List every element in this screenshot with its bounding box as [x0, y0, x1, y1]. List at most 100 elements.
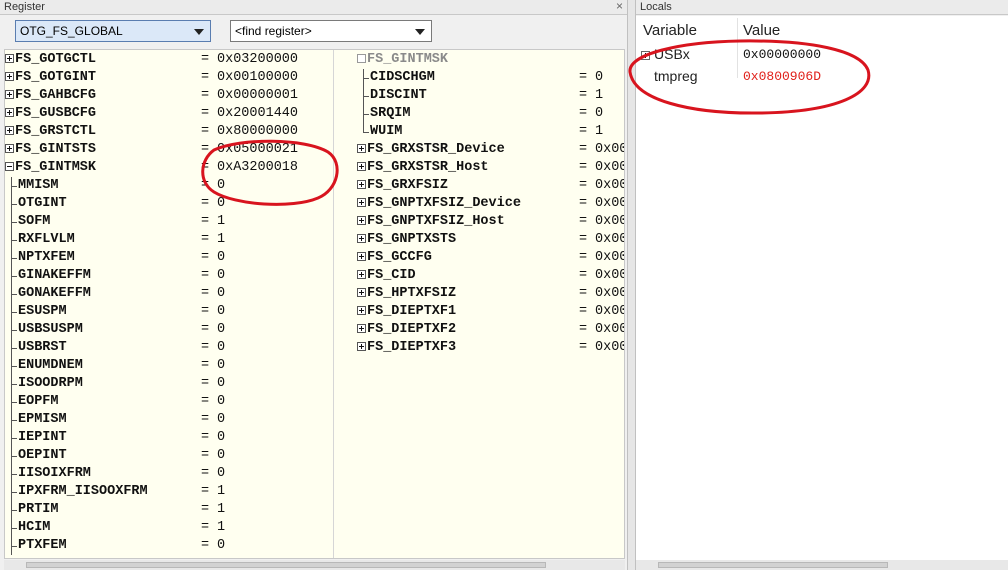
register-row[interactable]: ISOODRPM = 0	[5, 375, 225, 393]
value-column-header[interactable]: Value	[743, 22, 780, 39]
register-value[interactable]: 0	[217, 537, 225, 555]
register-value[interactable]: 0x00	[595, 213, 624, 231]
register-row[interactable]: FS_DIEPTXF3 = 0x00	[357, 339, 624, 357]
register-value[interactable]: 0	[217, 357, 225, 375]
register-row[interactable]: USBRST = 0	[5, 339, 225, 357]
register-row[interactable]: FS_CID = 0x00	[357, 267, 624, 285]
register-value[interactable]: 0x80000000	[217, 123, 298, 141]
register-row[interactable]: ESUSPM = 0	[5, 303, 225, 321]
register-row[interactable]: OEPINT = 0	[5, 447, 225, 465]
register-value[interactable]: 1	[217, 483, 225, 501]
register-row[interactable]: HCIM = 1	[5, 519, 225, 537]
register-value[interactable]: 0	[217, 303, 225, 321]
register-row[interactable]: FS_GNPTXFSIZ_Host = 0x00	[357, 213, 624, 231]
checkbox-icon[interactable]	[357, 53, 366, 63]
register-row[interactable]: FS_GRXFSIZ = 0x00	[357, 177, 624, 195]
expand-icon[interactable]	[357, 341, 366, 351]
register-panel-close-icon[interactable]: ×	[616, 0, 623, 13]
register-row[interactable]: IISOIXFRM = 0	[5, 465, 225, 483]
register-value[interactable]: 0	[217, 411, 225, 429]
expand-icon[interactable]	[357, 269, 366, 279]
register-value[interactable]: 0x00	[595, 267, 624, 285]
register-tree[interactable]: FS_GOTGCTL = 0x03200000 FS_GOTGINT = 0x001000…	[4, 49, 625, 559]
register-value[interactable]: 0	[217, 447, 225, 465]
register-row[interactable]: DISCINT = 1	[357, 87, 603, 105]
register-value[interactable]: 0x00	[595, 141, 624, 159]
register-value[interactable]: 0	[217, 375, 225, 393]
register-row[interactable]: EOPFM = 0	[5, 393, 225, 411]
expand-icon[interactable]	[5, 143, 14, 153]
register-value[interactable]: 1	[595, 123, 603, 141]
register-value[interactable]: 0x00	[595, 321, 624, 339]
expand-icon[interactable]	[357, 323, 366, 333]
register-row[interactable]: PRTIM = 1	[5, 501, 225, 519]
register-row[interactable]: FS_DIEPTXF1 = 0x00	[357, 303, 624, 321]
register-row[interactable]: FS_GNPTXSTS = 0x00	[357, 231, 624, 249]
expand-icon[interactable]	[357, 197, 366, 207]
register-row[interactable]: FS_GINTSTS = 0x05000021	[5, 141, 298, 159]
register-value[interactable]: 1	[595, 87, 603, 105]
register-row[interactable]: SOFM = 1	[5, 213, 225, 231]
register-value[interactable]: 0	[217, 267, 225, 285]
register-row[interactable]: FS_DIEPTXF2 = 0x00	[357, 321, 624, 339]
register-row[interactable]: FS_GINTMSK = 0xA3200018	[5, 159, 298, 177]
locals-row[interactable]: tmpreg 0x0800906D	[636, 68, 1008, 88]
scrollbar-thumb[interactable]	[26, 562, 546, 568]
register-value[interactable]: 0	[217, 429, 225, 447]
expand-icon[interactable]	[357, 287, 366, 297]
register-row[interactable]: IEPINT = 0	[5, 429, 225, 447]
register-value[interactable]: 0	[217, 177, 225, 195]
register-value[interactable]: 0xA3200018	[217, 159, 298, 177]
locals-table[interactable]: Variable Value USBx 0x00000000 tmpreg 0x080…	[636, 16, 1008, 570]
locals-horizontal-scrollbar[interactable]	[636, 560, 1008, 570]
expand-icon[interactable]	[357, 161, 366, 171]
register-value[interactable]: 1	[217, 519, 225, 537]
expand-icon[interactable]	[5, 107, 14, 117]
register-row[interactable]: USBSUSPM = 0	[5, 321, 225, 339]
local-variable-value[interactable]: 0x0800906D	[743, 69, 821, 84]
local-variable-value[interactable]: 0x00000000	[743, 47, 821, 62]
register-value[interactable]: 0x00	[595, 195, 624, 213]
register-row[interactable]: OTGINT = 0	[5, 195, 225, 213]
register-value[interactable]: 0	[217, 465, 225, 483]
register-row[interactable]: FS_GINTMSK	[357, 51, 521, 69]
collapse-icon[interactable]	[5, 161, 14, 171]
register-row[interactable]: CIDSCHGM = 0	[357, 69, 603, 87]
register-row[interactable]: FS_GRSTCTL = 0x80000000	[5, 123, 298, 141]
expand-icon[interactable]	[357, 233, 366, 243]
register-row[interactable]: FS_GOTGCTL = 0x03200000	[5, 51, 298, 69]
expand-icon[interactable]	[5, 125, 14, 135]
register-value[interactable]: 0	[217, 339, 225, 357]
chevron-down-icon[interactable]	[194, 29, 204, 35]
register-row[interactable]: FS_GRXSTSR_Host = 0x00	[357, 159, 624, 177]
register-row[interactable]: FS_GOTGINT = 0x00100000	[5, 69, 298, 87]
register-value[interactable]: 0	[595, 69, 603, 87]
register-value[interactable]: 0x00	[595, 303, 624, 321]
register-value[interactable]: 0x03200000	[217, 51, 298, 69]
register-value[interactable]: 0x00100000	[217, 69, 298, 87]
register-row[interactable]: FS_GAHBCFG = 0x00000001	[5, 87, 298, 105]
register-row[interactable]: FS_GUSBCFG = 0x20001440	[5, 105, 298, 123]
register-group-select[interactable]: OTG_FS_GLOBAL	[15, 20, 211, 42]
register-row[interactable]: EPMISM = 0	[5, 411, 225, 429]
register-value[interactable]: 0x00	[595, 339, 624, 357]
register-value[interactable]: 0	[217, 195, 225, 213]
expand-icon[interactable]	[641, 51, 650, 60]
register-row[interactable]: GINAKEFFM = 0	[5, 267, 225, 285]
find-register-combo[interactable]: <find register>	[230, 20, 432, 42]
register-value[interactable]: 0	[595, 105, 603, 123]
panel-splitter[interactable]	[627, 0, 636, 570]
register-value[interactable]: 0x00	[595, 231, 624, 249]
register-row[interactable]: WUIM = 1	[357, 123, 603, 141]
register-row[interactable]: FS_GCCFG = 0x00	[357, 249, 624, 267]
register-row[interactable]: ENUMDNEM = 0	[5, 357, 225, 375]
register-value[interactable]: 0x20001440	[217, 105, 298, 123]
expand-icon[interactable]	[357, 179, 366, 189]
register-value[interactable]: 0x00000001	[217, 87, 298, 105]
register-row[interactable]: GONAKEFFM = 0	[5, 285, 225, 303]
register-row[interactable]: PTXFEM = 0	[5, 537, 225, 555]
register-value[interactable]: 1	[217, 501, 225, 519]
register-row[interactable]: MMISM = 0	[5, 177, 225, 195]
register-value[interactable]: 0x05000021	[217, 141, 298, 159]
register-row[interactable]: RXFLVLM = 1	[5, 231, 225, 249]
